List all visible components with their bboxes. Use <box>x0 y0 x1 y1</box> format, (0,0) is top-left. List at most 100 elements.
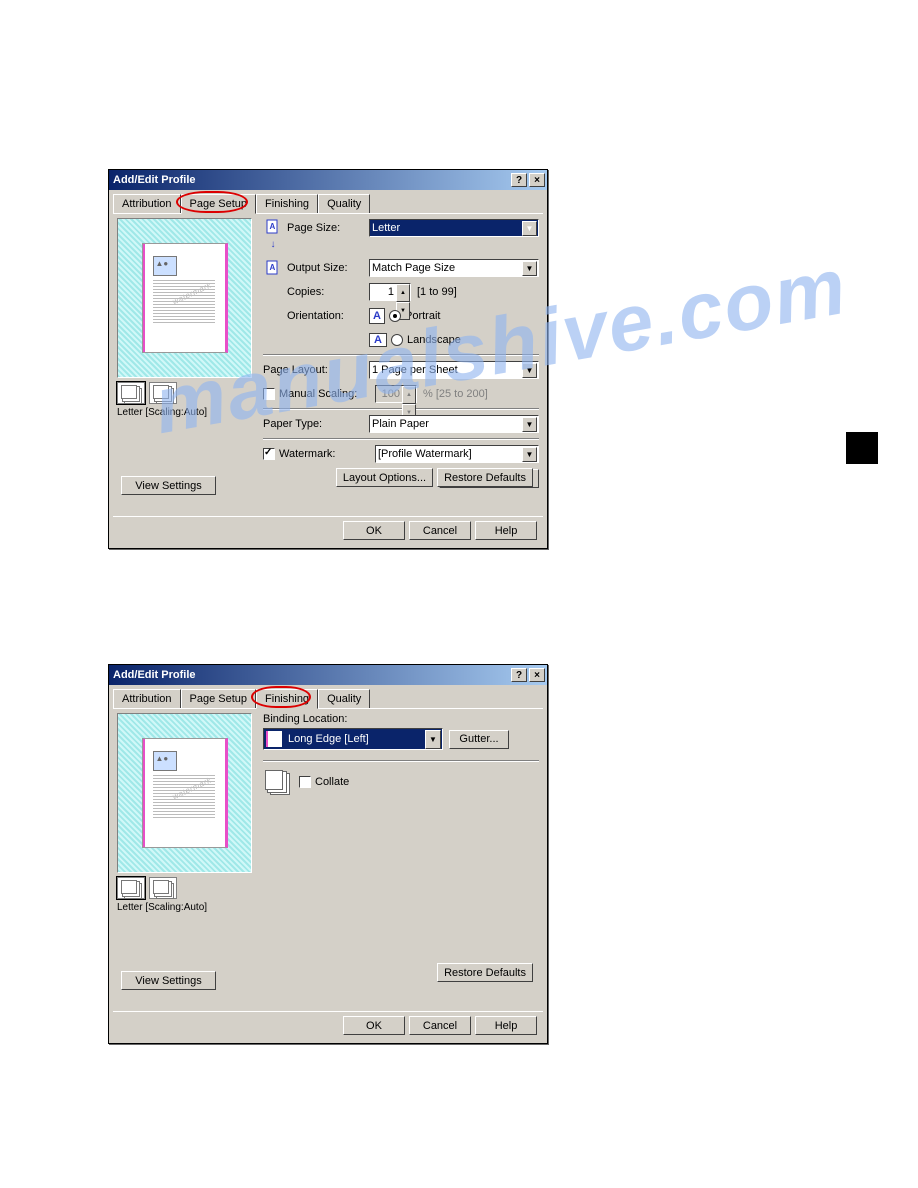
page-size-value: Letter <box>372 222 400 234</box>
chevron-down-icon: ▼ <box>522 417 537 432</box>
page-layout-label: Page Layout: <box>263 364 369 376</box>
manual-scaling-label: Manual Scaling: <box>279 388 375 400</box>
view-settings-button[interactable]: View Settings <box>121 476 216 495</box>
output-size-combo[interactable]: Match Page Size ▼ <box>369 259 539 277</box>
page-size-label: Page Size: <box>287 222 369 234</box>
thumbs <box>117 877 252 899</box>
layout-options-button[interactable]: Layout Options... <box>336 468 433 487</box>
watermark-combo[interactable]: [Profile Watermark] ▼ <box>375 445 539 463</box>
help-titlebtn[interactable]: ? <box>511 668 527 682</box>
chevron-down-icon: ▼ <box>425 730 441 749</box>
svg-text:A: A <box>270 222 276 231</box>
help-button[interactable]: Help <box>475 521 537 540</box>
copies-input[interactable]: 1 ▲▼ <box>369 283 411 301</box>
thumb-1[interactable] <box>117 382 145 404</box>
tab-page-setup-label: Page Setup <box>190 198 248 210</box>
binding-combo[interactable]: Long Edge [Left] ▼ <box>263 728 443 750</box>
watermark-value: [Profile Watermark] <box>378 448 472 460</box>
scaling-input: 100 ▲▼ <box>375 385 417 403</box>
page-layout-value: 1 Page per Sheet <box>372 364 458 376</box>
ok-button[interactable]: OK <box>343 521 405 540</box>
titlebar: Add/Edit Profile ? × <box>109 665 547 685</box>
chevron-down-icon: ▼ <box>522 447 537 462</box>
scaling-range: % [25 to 200] <box>423 388 488 400</box>
svg-text:A: A <box>270 263 276 272</box>
paper-type-label: Paper Type: <box>263 418 369 430</box>
title-text: Add/Edit Profile <box>113 174 509 186</box>
tab-finishing[interactable]: Finishing <box>256 689 318 709</box>
spin-up: ▲ <box>402 386 416 404</box>
thumb-1[interactable] <box>117 877 145 899</box>
copies-label: Copies: <box>287 286 369 298</box>
chevron-down-icon: ▼ <box>522 363 537 378</box>
output-size-icon: A <box>263 258 283 278</box>
panel: watermark Letter [Scaling:Auto] View Set… <box>113 213 543 523</box>
view-settings-button[interactable]: View Settings <box>121 971 216 990</box>
binding-label: Binding Location: <box>263 713 539 725</box>
spin-up[interactable]: ▲ <box>396 284 410 302</box>
preview-page: watermark <box>142 738 228 848</box>
paper-type-value: Plain Paper <box>372 418 429 430</box>
portrait-icon: A <box>369 308 385 324</box>
bottom-buttons: Restore Defaults <box>437 963 533 982</box>
thumbs <box>117 382 252 404</box>
preview-box: watermark <box>117 218 252 378</box>
preview-shapes <box>153 751 177 771</box>
dialog-page-setup: Add/Edit Profile ? × Attribution Page Se… <box>108 169 548 549</box>
collate-label: Collate <box>315 776 349 788</box>
preview-label: Letter [Scaling:Auto] <box>117 902 252 913</box>
tab-quality[interactable]: Quality <box>318 194 370 213</box>
arrow-down-icon: ↓ <box>263 236 283 256</box>
restore-defaults-button[interactable]: Restore Defaults <box>437 468 533 487</box>
landscape-radio[interactable] <box>391 334 403 346</box>
black-square <box>846 432 878 464</box>
copies-range: [1 to 99] <box>417 286 457 298</box>
preview-area: watermark Letter [Scaling:Auto] <box>117 218 252 418</box>
portrait-radio[interactable] <box>389 310 401 322</box>
paper-type-combo[interactable]: Plain Paper ▼ <box>369 415 539 433</box>
gutter-button[interactable]: Gutter... <box>449 730 509 749</box>
preview-shapes <box>153 256 177 276</box>
tab-page-setup[interactable]: Page Setup <box>181 194 257 214</box>
preview-box: watermark <box>117 713 252 873</box>
collate-icon <box>263 770 291 794</box>
ok-button[interactable]: OK <box>343 1016 405 1035</box>
form-area: Binding Location: Long Edge [Left] ▼ Gut… <box>263 713 539 798</box>
thumb-2[interactable] <box>149 382 177 404</box>
page-layout-combo[interactable]: 1 Page per Sheet ▼ <box>369 361 539 379</box>
cancel-button[interactable]: Cancel <box>409 521 471 540</box>
tab-attribution[interactable]: Attribution <box>113 689 181 708</box>
help-button[interactable]: Help <box>475 1016 537 1035</box>
manual-scaling-check[interactable] <box>263 388 275 400</box>
chevron-down-icon: ▼ <box>522 261 537 276</box>
thumb-2[interactable] <box>149 877 177 899</box>
landscape-icon: A <box>369 333 387 347</box>
help-titlebtn[interactable]: ? <box>511 173 527 187</box>
landscape-label: Landscape <box>407 334 461 346</box>
preview-page: watermark <box>142 243 228 353</box>
close-titlebtn[interactable]: × <box>529 668 545 682</box>
watermark-check[interactable] <box>263 448 275 460</box>
tab-page-setup[interactable]: Page Setup <box>181 689 257 708</box>
tab-attribution[interactable]: Attribution <box>113 194 181 213</box>
preview-label: Letter [Scaling:Auto] <box>117 407 252 418</box>
tabstrip: Attribution Page Setup Finishing Quality <box>109 190 547 213</box>
copies-value: 1 <box>388 286 394 298</box>
collate-check[interactable] <box>299 776 311 788</box>
form-area: A Page Size: Letter ▼ ↓ A Output Size: M… <box>263 218 539 471</box>
tab-finishing[interactable]: Finishing <box>256 194 318 213</box>
restore-defaults-button[interactable]: Restore Defaults <box>437 963 533 982</box>
tabstrip: Attribution Page Setup Finishing Quality <box>109 685 547 708</box>
orientation-label: Orientation: <box>287 310 369 322</box>
preview-area: watermark Letter [Scaling:Auto] <box>117 713 252 913</box>
chevron-down-icon: ▼ <box>522 221 537 236</box>
scaling-value: 100 <box>382 388 400 400</box>
portrait-label: Portrait <box>405 310 440 322</box>
output-size-label: Output Size: <box>287 262 369 274</box>
close-titlebtn[interactable]: × <box>529 173 545 187</box>
binding-value: Long Edge [Left] <box>288 733 369 745</box>
page-size-combo[interactable]: Letter ▼ <box>369 219 539 237</box>
output-size-value: Match Page Size <box>372 262 455 274</box>
tab-quality[interactable]: Quality <box>318 689 370 708</box>
cancel-button[interactable]: Cancel <box>409 1016 471 1035</box>
